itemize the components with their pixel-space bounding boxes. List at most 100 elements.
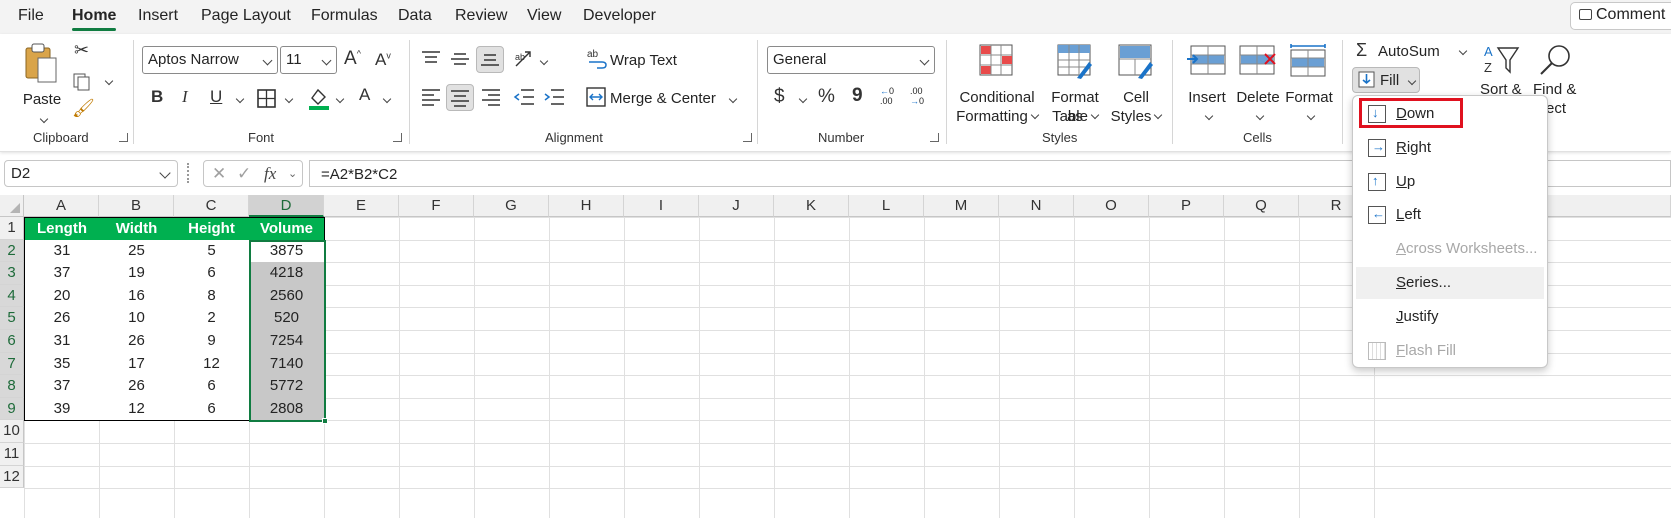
column-header-q[interactable]: Q xyxy=(1224,195,1299,217)
tab-formulas[interactable]: Formulas xyxy=(311,7,378,25)
italic-button[interactable]: I xyxy=(182,87,188,107)
bottom-align-button[interactable] xyxy=(476,46,504,73)
column-header-m[interactable]: M xyxy=(924,195,999,217)
shrink-font-icon[interactable]: Av xyxy=(375,50,391,70)
paste-button[interactable]: Paste xyxy=(22,42,62,124)
row-header-10[interactable]: 10 xyxy=(0,420,24,443)
column-header-e[interactable]: E xyxy=(324,195,399,217)
currency-dropdown-icon[interactable] xyxy=(796,92,808,108)
table-cell[interactable]: 37 xyxy=(24,375,100,399)
row-header-1[interactable]: 1 xyxy=(0,217,24,240)
borders-icon[interactable] xyxy=(257,89,277,109)
number-format-select[interactable]: General xyxy=(767,46,935,74)
table-cell[interactable]: 7254 xyxy=(249,330,325,354)
wrap-text-label[interactable]: Wrap Text xyxy=(610,51,677,70)
column-header-c[interactable]: C xyxy=(174,195,249,217)
table-header-cell[interactable]: Width xyxy=(99,217,175,241)
merge-dropdown-icon[interactable] xyxy=(726,92,738,108)
cell-styles-button[interactable]: Cell Styles xyxy=(1110,42,1163,126)
align-center-button[interactable] xyxy=(446,84,474,111)
grow-font-icon[interactable]: A^ xyxy=(344,48,361,70)
sort-filter-icon[interactable]: AZ xyxy=(1482,42,1522,82)
font-name-select[interactable]: Aptos Narrow xyxy=(142,46,278,74)
number-launcher-icon[interactable] xyxy=(930,133,939,142)
row-header-6[interactable]: 6 xyxy=(0,330,24,353)
column-header-d[interactable]: D xyxy=(249,195,324,217)
table-cell[interactable]: 37 xyxy=(24,262,100,286)
table-cell[interactable]: 12 xyxy=(174,352,250,377)
format-cells-button[interactable]: Format xyxy=(1285,42,1333,126)
table-cell[interactable]: 8 xyxy=(174,284,250,309)
table-cell[interactable]: 17 xyxy=(99,352,175,377)
table-cell[interactable]: 520 xyxy=(249,307,325,331)
formula-splitter[interactable] xyxy=(187,163,190,183)
table-cell[interactable]: 6 xyxy=(174,375,250,399)
orientation-dropdown-icon[interactable] xyxy=(537,54,549,70)
merge-center-label[interactable]: Merge & Center xyxy=(610,89,716,108)
table-cell[interactable]: 35 xyxy=(24,352,100,377)
top-align-icon[interactable] xyxy=(421,50,441,68)
table-cell[interactable]: 9 xyxy=(174,330,250,354)
table-cell[interactable]: 3875 xyxy=(249,239,325,264)
format-painter-icon[interactable]: 🖌 xyxy=(72,98,95,119)
table-cell[interactable]: 16 xyxy=(99,284,175,309)
table-cell[interactable]: 39 xyxy=(24,397,100,422)
font-color-icon[interactable]: A xyxy=(359,85,370,105)
enter-icon[interactable]: ✓ xyxy=(237,164,251,184)
table-cell[interactable]: 26 xyxy=(24,307,100,331)
table-cell[interactable]: 6 xyxy=(174,262,250,286)
fill-menu-item-justify[interactable]: Justify xyxy=(1356,301,1544,333)
tab-view[interactable]: View xyxy=(527,7,561,25)
fill-menu-item-left[interactable]: ← Left xyxy=(1356,199,1544,231)
column-header-o[interactable]: O xyxy=(1074,195,1149,217)
increase-decimal-icon[interactable]: ←0.00 xyxy=(880,86,906,112)
table-cell[interactable]: 2 xyxy=(174,307,250,331)
row-header-9[interactable]: 9 xyxy=(0,397,24,421)
insert-function-icon[interactable]: fx xyxy=(264,164,276,184)
delete-cells-button[interactable]: Delete xyxy=(1234,42,1282,126)
decrease-decimal-icon[interactable]: .00 →0 xyxy=(910,86,936,112)
merge-center-icon[interactable] xyxy=(586,87,606,107)
column-header-n[interactable]: N xyxy=(999,195,1074,217)
font-size-select[interactable]: 11 xyxy=(280,46,337,74)
row-header-3[interactable]: 3 xyxy=(0,262,24,285)
table-cell[interactable]: 10 xyxy=(99,307,175,331)
tab-insert[interactable]: Insert xyxy=(138,7,178,25)
table-cell[interactable]: 12 xyxy=(99,397,175,422)
find-select-icon[interactable] xyxy=(1535,40,1575,80)
comma-style-icon[interactable]: 9 xyxy=(852,85,863,107)
table-cell[interactable]: 20 xyxy=(24,284,100,309)
column-header-j[interactable]: J xyxy=(699,195,774,217)
autosum-button[interactable]: Σ AutoSum xyxy=(1356,40,1472,62)
align-right-icon[interactable] xyxy=(481,88,501,106)
fill-menu-item-series[interactable]: Series... xyxy=(1356,267,1544,299)
tab-review[interactable]: Review xyxy=(455,7,507,25)
table-header-cell[interactable]: Height xyxy=(174,217,250,241)
column-header-k[interactable]: K xyxy=(774,195,849,217)
format-as-table-button[interactable]: Format as Table xyxy=(1043,42,1107,126)
row-header-11[interactable]: 11 xyxy=(0,443,24,466)
row-header-4[interactable]: 4 xyxy=(0,284,24,308)
name-box[interactable]: D2 xyxy=(4,160,178,187)
percent-icon[interactable]: % xyxy=(818,86,835,108)
column-header-b[interactable]: B xyxy=(99,195,174,217)
increase-indent-icon[interactable] xyxy=(543,88,565,106)
column-header-i[interactable]: I xyxy=(624,195,699,217)
table-cell[interactable]: 7140 xyxy=(249,352,325,377)
orientation-icon[interactable]: ab xyxy=(513,48,535,70)
row-header-5[interactable]: 5 xyxy=(0,307,24,330)
fill-menu-item-up[interactable]: ↑ Up xyxy=(1356,166,1544,198)
tab-home[interactable]: Home xyxy=(72,7,117,31)
table-header-cell[interactable]: Volume xyxy=(249,217,325,241)
table-cell[interactable]: 6 xyxy=(174,397,250,422)
underline-button[interactable]: U xyxy=(210,87,222,107)
table-cell[interactable]: 31 xyxy=(24,330,100,354)
row-header-8[interactable]: 8 xyxy=(0,375,24,398)
borders-dropdown-icon[interactable] xyxy=(282,92,294,108)
fill-handle[interactable] xyxy=(322,418,328,425)
align-left-icon[interactable] xyxy=(421,88,441,106)
tab-page-layout[interactable]: Page Layout xyxy=(201,7,291,25)
select-all-button[interactable] xyxy=(0,195,24,217)
fill-color-dropdown-icon[interactable] xyxy=(333,92,345,108)
table-cell[interactable]: 5772 xyxy=(249,375,325,399)
